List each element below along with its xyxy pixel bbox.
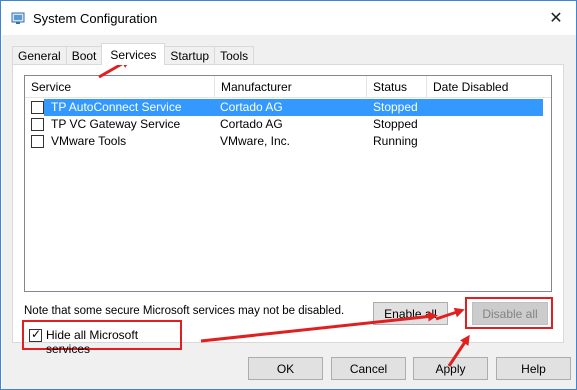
close-icon: ✕ (549, 10, 563, 27)
window-title: System Configuration (33, 11, 158, 26)
service-status: Running (373, 134, 418, 148)
service-checkbox[interactable] (31, 118, 44, 131)
tab-general[interactable]: General (12, 46, 67, 65)
tab-tools[interactable]: Tools (214, 46, 255, 65)
column-header-service[interactable]: Service (25, 76, 215, 98)
services-tab-panel: Service Manufacturer Status Date Disable… (12, 64, 564, 356)
hide-microsoft-services-option[interactable]: Hide all Microsoft services (22, 320, 182, 356)
cancel-button[interactable]: Cancel (331, 357, 406, 380)
table-row[interactable]: VMware Tools VMware, Inc. Running (25, 133, 543, 150)
service-checkbox[interactable] (31, 135, 44, 148)
enable-all-button[interactable]: Enable all (373, 302, 448, 325)
system-config-icon (11, 12, 25, 24)
system-configuration-window: System Configuration ✕ General Boot Serv… (0, 0, 577, 390)
tab-strip: General Boot Services Startup Tools (12, 43, 255, 65)
services-list[interactable]: Service Manufacturer Status Date Disable… (24, 75, 552, 292)
service-manufacturer: VMware, Inc. (220, 134, 291, 148)
column-header-date-disabled[interactable]: Date Disabled (427, 76, 551, 98)
help-button[interactable]: Help (496, 357, 571, 380)
service-name: TP VC Gateway Service (51, 117, 181, 131)
hide-microsoft-services-label: Hide all Microsoft services (46, 328, 139, 356)
secure-services-note: Note that some secure Microsoft services… (24, 305, 345, 317)
hide-microsoft-services-checkbox[interactable] (29, 327, 42, 342)
service-manufacturer: Cortado AG (220, 100, 283, 114)
service-status: Stopped (373, 100, 418, 114)
service-name: TP AutoConnect Service (51, 100, 182, 114)
column-header-manufacturer[interactable]: Manufacturer (215, 76, 367, 98)
title-bar: System Configuration ✕ (1, 1, 576, 35)
tab-boot[interactable]: Boot (65, 46, 103, 65)
table-row[interactable]: TP AutoConnect Service Cortado AG Stoppe… (25, 99, 543, 116)
service-status: Stopped (373, 117, 418, 131)
dialog-body: General Boot Services Startup Tools Serv… (2, 35, 576, 389)
table-row[interactable]: TP VC Gateway Service Cortado AG Stopped (25, 116, 543, 133)
ok-button[interactable]: OK (248, 357, 323, 380)
tab-startup[interactable]: Startup (164, 46, 216, 65)
apply-button[interactable]: Apply (413, 357, 488, 380)
disable-all-button[interactable]: Disable all (472, 302, 548, 325)
tab-services[interactable]: Services (101, 43, 166, 65)
service-name: VMware Tools (51, 134, 127, 148)
close-button[interactable]: ✕ (542, 5, 570, 31)
service-manufacturer: Cortado AG (220, 117, 283, 131)
column-header-status[interactable]: Status (367, 76, 427, 98)
service-checkbox[interactable] (31, 101, 44, 114)
list-header: Service Manufacturer Status Date Disable… (25, 76, 551, 98)
